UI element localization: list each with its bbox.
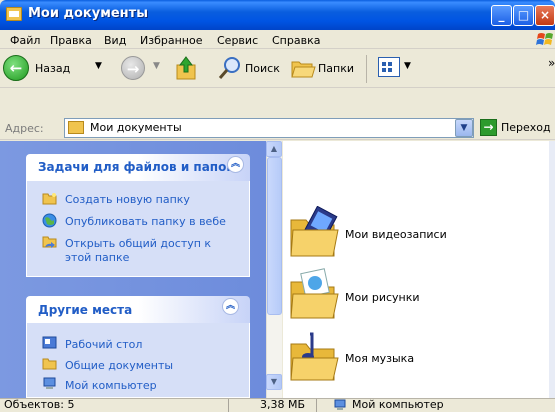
documents-folder-icon [6, 7, 22, 21]
views-icon[interactable] [378, 57, 400, 77]
video-folder-icon[interactable] [288, 206, 342, 260]
toolbar-chevron-icon[interactable]: » [548, 56, 555, 70]
task-publish-web[interactable]: Опубликовать папку в вебе [65, 215, 226, 228]
status-size: 3,38 МБ [260, 398, 306, 411]
music-folder-icon[interactable] [288, 330, 342, 384]
address-folder-icon [68, 121, 84, 134]
menu-file[interactable]: Файл [10, 34, 40, 47]
minimize-button[interactable]: _ [491, 5, 512, 26]
share-icon [42, 236, 57, 248]
status-object-count: Объектов: 5 [4, 398, 75, 411]
place-my-computer[interactable]: Мой компьютер [65, 379, 157, 392]
close-button[interactable]: × [535, 5, 555, 26]
address-value[interactable]: Мои документы [90, 121, 182, 134]
search-icon[interactable] [217, 55, 243, 81]
task-new-folder[interactable]: Создать новую папку [65, 193, 190, 206]
back-dropdown-icon[interactable]: ▼ [95, 61, 102, 71]
search-button-label[interactable]: Поиск [245, 62, 280, 75]
address-label: Адрес: [5, 122, 44, 135]
folder-videos-label[interactable]: Мои видеозаписи [345, 228, 447, 241]
scrollbar-thumb[interactable] [267, 157, 282, 315]
maximize-button[interactable]: □ [513, 5, 534, 26]
scroll-down-icon[interactable]: ▼ [266, 374, 282, 390]
forward-arrow-icon[interactable]: → [121, 56, 145, 80]
status-separator [228, 399, 229, 412]
views-dropdown-icon[interactable]: ▼ [404, 61, 411, 71]
address-dropdown-icon[interactable]: ▼ [455, 119, 473, 137]
collapse-chevron-icon[interactable]: ︽ [227, 156, 244, 173]
new-folder-icon [42, 193, 57, 205]
menu-view[interactable]: Вид [104, 34, 126, 47]
go-button-label[interactable]: Переход [501, 121, 551, 134]
window-title: Мои документы [28, 6, 148, 21]
folders-icon[interactable] [290, 57, 316, 79]
desktop-icon [42, 336, 57, 349]
my-computer-icon [43, 377, 56, 389]
menu-tools[interactable]: Сервис [217, 34, 258, 47]
folder-up-icon[interactable] [175, 55, 197, 81]
scroll-up-icon[interactable]: ▲ [266, 141, 282, 157]
windows-logo-icon [536, 33, 553, 45]
web-publish-icon [42, 213, 57, 228]
back-arrow-icon[interactable]: ← [3, 55, 29, 81]
content-scrollbar[interactable] [549, 141, 555, 398]
folder-music-label[interactable]: Моя музыка [345, 352, 414, 365]
folders-button-label[interactable]: Папки [318, 62, 354, 75]
status-location: Мой компьютер [352, 398, 444, 411]
collapse-chevron-icon[interactable]: ︽ [222, 298, 239, 315]
menu-help[interactable]: Справка [272, 34, 320, 47]
shared-docs-icon [42, 358, 57, 370]
folder-pictures-label[interactable]: Мои рисунки [345, 291, 420, 304]
places-panel-title[interactable]: Другие места [38, 303, 132, 317]
toolbar-separator [366, 55, 367, 83]
place-desktop[interactable]: Рабочий стол [65, 338, 142, 351]
status-separator [316, 399, 317, 412]
back-button-label[interactable]: Назад [35, 62, 70, 75]
go-arrow-icon[interactable]: → [480, 119, 497, 136]
task-share-line1[interactable]: Открыть общий доступ к [65, 237, 211, 250]
menu-edit[interactable]: Правка [50, 34, 92, 47]
place-shared-docs[interactable]: Общие документы [65, 359, 173, 372]
forward-dropdown-icon[interactable]: ▼ [153, 61, 160, 71]
tasks-panel-title[interactable]: Задачи для файлов и папок [38, 160, 234, 174]
task-share-line2[interactable]: этой папке [65, 251, 129, 264]
pictures-folder-icon[interactable] [288, 268, 342, 322]
my-computer-icon [334, 399, 346, 410]
menu-favorites[interactable]: Избранное [140, 34, 202, 47]
